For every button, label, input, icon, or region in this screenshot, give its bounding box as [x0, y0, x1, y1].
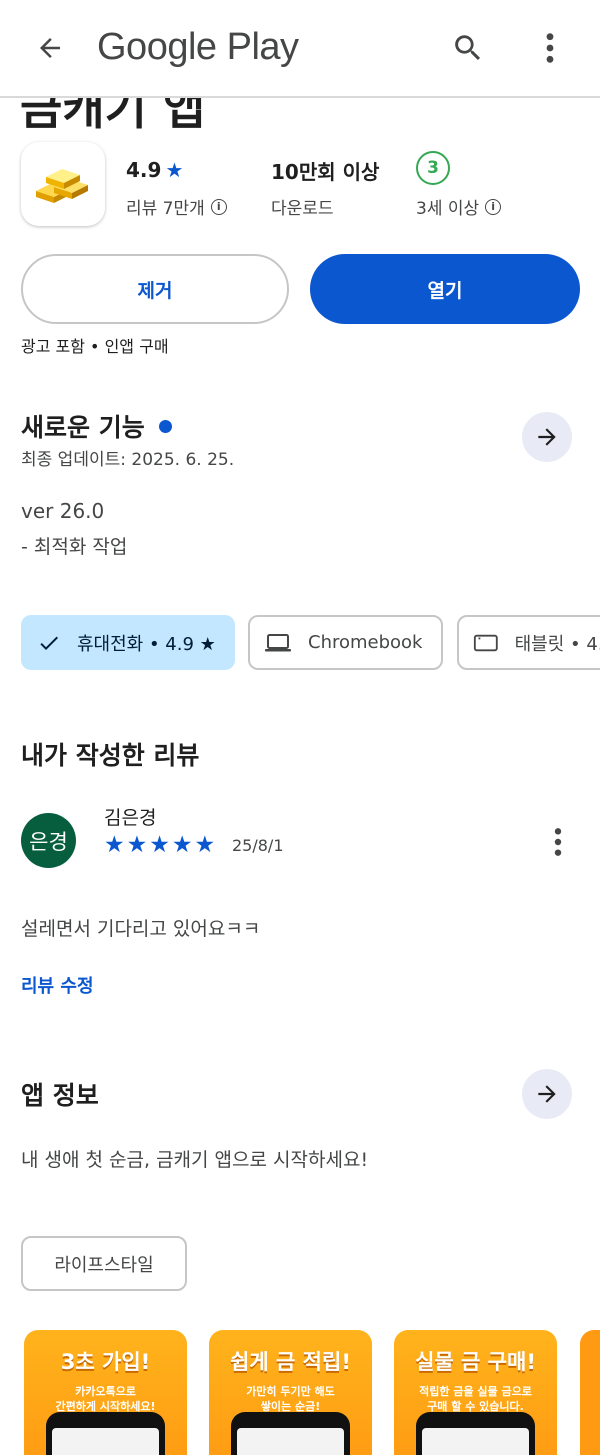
category-chip[interactable]: 라이프스타일: [21, 1236, 187, 1291]
review-stars: ★ ★ ★ ★ ★: [104, 832, 215, 858]
google-play-logo: Google Play: [97, 26, 299, 68]
device-chip-label: 휴대전화 • 4.9 ★: [77, 633, 216, 655]
arrow-right-icon: [538, 428, 556, 446]
whats-new-arrow-button[interactable]: [522, 412, 572, 462]
avatar: 은경: [21, 813, 76, 868]
gold-bars-icon: [36, 169, 88, 203]
info-icon: i: [485, 198, 502, 215]
downloads-label: 다운로드: [271, 199, 334, 219]
app-icon: [21, 142, 105, 226]
age-rating-stat[interactable]: 3 3세 이상 i: [416, 151, 502, 219]
ads-iap-note: 광고 포함 • 인앱 구매: [21, 337, 169, 356]
about-title: 앱 정보: [21, 1081, 99, 1110]
star-icon: ★: [104, 832, 125, 858]
phone-mockup: [416, 1412, 535, 1455]
phone-mockup: [46, 1412, 165, 1455]
search-icon[interactable]: [444, 24, 492, 72]
about-heading: 앱 정보: [21, 1076, 99, 1112]
downloads-stat: 10만회 이상 다운로드: [271, 156, 380, 220]
screenshot-headline: 3초 가입!: [60, 1350, 151, 1374]
screenshot-caption: 적립한 금을 실물 금으로: [419, 1385, 532, 1398]
screenshot-caption: 가만히 두기만 해도: [246, 1385, 335, 1398]
version-text: ver 26.0: [21, 499, 105, 523]
screenshot-card[interactable]: 실물 금 구매! 적립한 금을 실물 금으로 구매 할 수 있습니다.: [394, 1330, 557, 1455]
device-chip-label: Chromebook: [308, 632, 423, 653]
device-chip-phone[interactable]: 휴대전화 • 4.9 ★: [21, 615, 235, 670]
screenshot-headline: 실물 금 구매!: [415, 1350, 536, 1374]
age-rating-badge: 3: [416, 151, 450, 185]
reviews-count: 리뷰 7만개: [126, 199, 205, 219]
whats-new-heading: 새로운 기능: [21, 408, 172, 444]
my-review-heading: 내가 작성한 리뷰: [21, 736, 199, 772]
my-review-title: 내가 작성한 리뷰: [21, 741, 200, 770]
info-icon: i: [210, 198, 227, 215]
last-updated: 최종 업데이트: 2025. 6. 25.: [21, 450, 235, 470]
review-date: 25/8/1: [232, 836, 284, 855]
laptop-icon: [265, 633, 291, 651]
screenshot-card[interactable]: 쉽게 금 적립! 가만히 두기만 해도 쌓이는 순금!: [209, 1330, 372, 1455]
star-icon: ★: [194, 832, 216, 858]
new-indicator-dot: [158, 419, 172, 433]
screenshot-headline: 쉽게 금 적립!: [230, 1350, 351, 1374]
device-chip-tablet[interactable]: 태블릿 • 4.9: [457, 615, 600, 670]
age-rating-label: 3세 이상: [416, 199, 480, 219]
review-text: 설레면서 기다리고 있어요ㅋㅋ: [21, 918, 261, 940]
rating-stat[interactable]: 4.9 ★ 리뷰 7만개 i: [126, 156, 227, 219]
back-arrow-icon[interactable]: [26, 24, 74, 72]
star-icon: ★: [126, 832, 148, 858]
more-options-icon[interactable]: [528, 24, 572, 72]
tablet-icon: [473, 634, 498, 651]
device-chip-label: 태블릿 • 4.9: [514, 633, 600, 655]
open-button[interactable]: 열기: [310, 254, 580, 324]
star-icon: ★: [165, 158, 184, 182]
release-notes: - 최적화 작업: [21, 536, 128, 558]
screenshot-caption: 카카오톡으로: [75, 1385, 136, 1398]
top-app-bar: Google Play: [0, 0, 600, 98]
reviewer-name: 김은경: [104, 807, 157, 829]
arrow-right-icon: [538, 1085, 556, 1103]
screenshot-card-partial[interactable]: [580, 1330, 600, 1455]
app-description: 내 생애 첫 순금, 금캐기 앱으로 시작하세요!: [21, 1149, 369, 1171]
check-icon: [40, 636, 58, 650]
device-chip-chromebook[interactable]: Chromebook: [248, 615, 443, 670]
whats-new-title: 새로운 기능: [21, 413, 145, 442]
about-arrow-button[interactable]: [522, 1069, 572, 1119]
screenshot-card[interactable]: 3초 가입! 카카오톡으로 간편하게 시작하세요!: [24, 1330, 187, 1455]
star-icon: ★: [171, 832, 193, 858]
review-more-options-icon[interactable]: [540, 820, 576, 864]
uninstall-button[interactable]: 제거: [21, 254, 289, 324]
star-icon: ★: [149, 832, 170, 858]
edit-review-link[interactable]: 리뷰 수정: [21, 972, 94, 998]
phone-mockup: [231, 1412, 350, 1455]
rating-value: 4.9: [126, 158, 162, 182]
downloads-value: 10만회 이상: [271, 159, 380, 184]
